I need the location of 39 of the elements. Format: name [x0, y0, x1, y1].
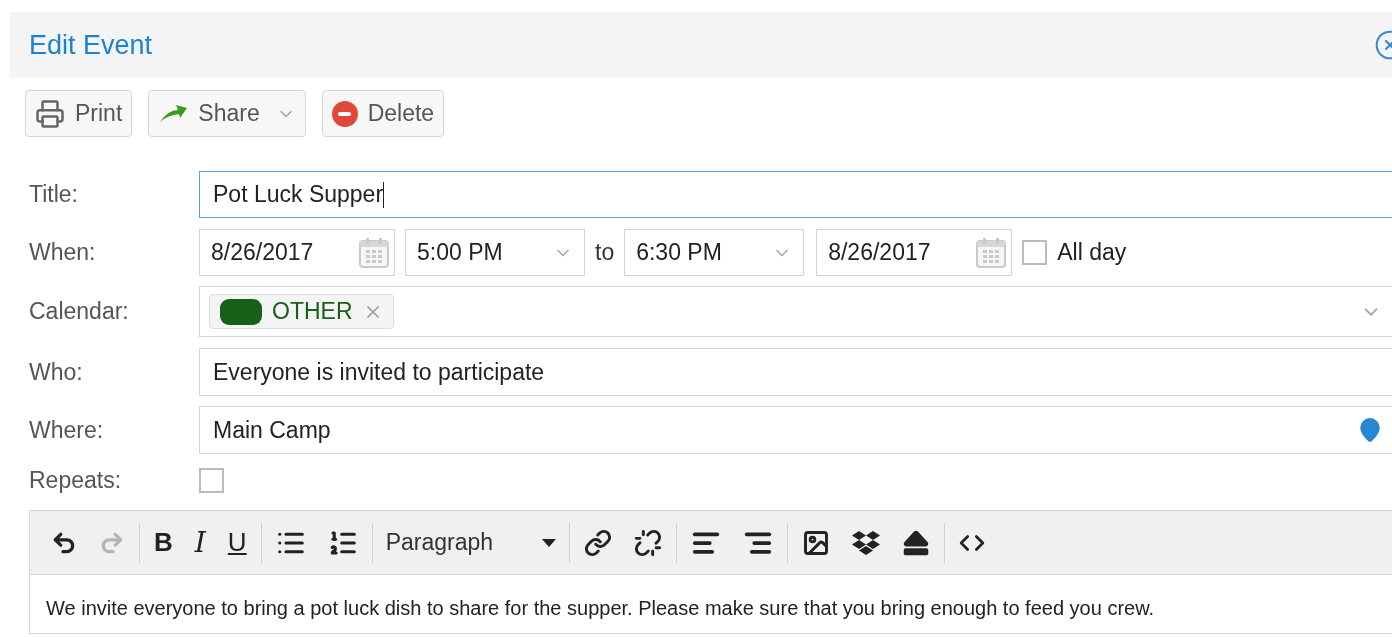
field-label: Calendar: — [29, 298, 129, 325]
field-label: When: — [29, 239, 96, 266]
share-dropdown[interactable]: Share — [148, 90, 306, 137]
calendar-select[interactable]: OTHER — [199, 286, 1392, 337]
who-field[interactable]: Everyone is invited to participate — [199, 348, 1392, 396]
end-date-field[interactable]: 8/26/2017 — [816, 229, 1013, 276]
caret-icon — [541, 538, 556, 547]
map-pin-icon[interactable] — [1357, 417, 1383, 443]
field-label: Where: — [29, 416, 104, 443]
printer-icon — [35, 98, 65, 129]
arrow-icon — [158, 103, 189, 124]
start-time-dropdown[interactable]: 5:00 PM — [405, 229, 585, 276]
print-button[interactable]: Print — [25, 90, 133, 137]
to-label: to — [595, 238, 615, 268]
checkbox[interactable] — [199, 467, 224, 493]
upload-icon — [901, 528, 930, 557]
bold-button[interactable]: B — [143, 522, 184, 563]
field-label: Title: — [29, 181, 78, 208]
image-icon — [801, 528, 830, 557]
italic-button[interactable]: I — [183, 522, 217, 563]
delete-icon — [331, 100, 358, 127]
start-date-field[interactable]: 8/26/2017 — [199, 229, 395, 276]
dialog-title: Edit Event — [29, 28, 153, 62]
title-field[interactable]: Pot Luck Supper — [199, 171, 1392, 218]
paragraph-dropdown[interactable]: Paragraph — [375, 522, 566, 563]
link-icon — [583, 528, 612, 557]
tag-name: OTHER — [272, 297, 353, 327]
checkbox[interactable] — [1022, 240, 1048, 265]
box-icon — [851, 528, 880, 557]
where-field[interactable]: Main Camp — [199, 406, 1392, 454]
field-label: Who: — [29, 358, 83, 385]
event-description: We invite everyone to bring a pot luck dish to share for the supper. Please make sure that you bring enough to feed you crew. — [46, 596, 1156, 621]
end-time-dropdown[interactable]: 6:30 PM — [624, 229, 805, 276]
field-label: Repeats: — [29, 466, 122, 493]
delete-button[interactable]: Delete — [321, 90, 445, 137]
all-day-label: All day — [1057, 238, 1127, 268]
broken-link-icon — [633, 528, 662, 557]
underline-button[interactable]: U — [216, 522, 258, 563]
calendar-tag[interactable]: OTHER — [209, 294, 394, 329]
